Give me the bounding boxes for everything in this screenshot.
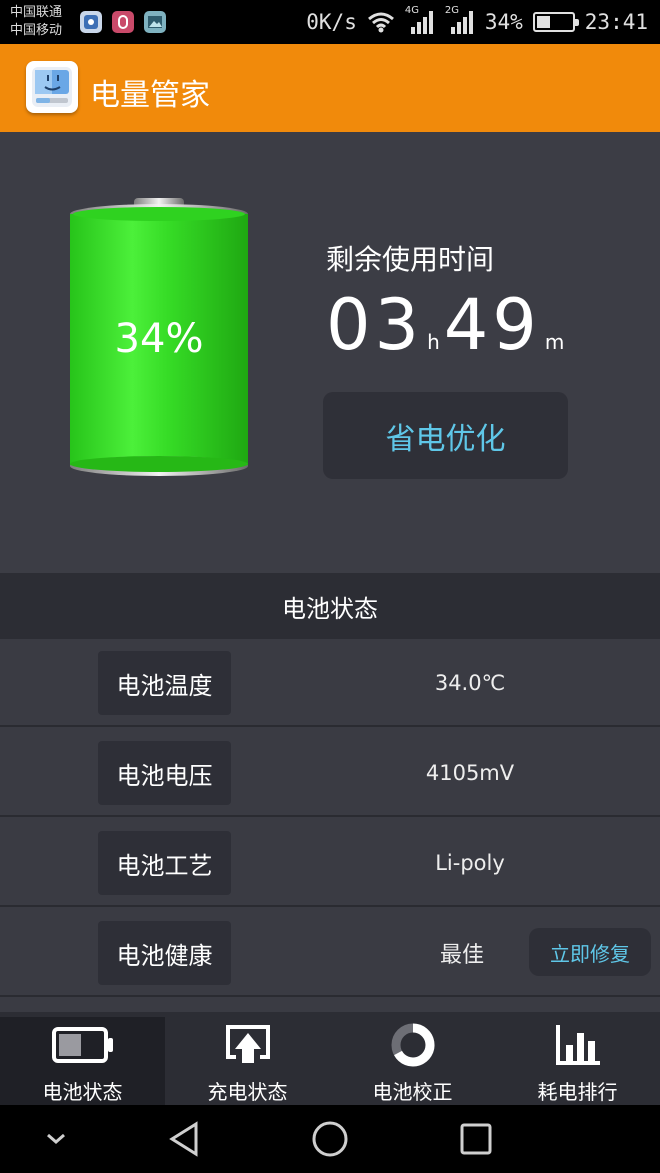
battery-percent: 34% [484, 10, 523, 34]
hours-value: 03 [326, 284, 424, 366]
row-value: 最佳 [440, 943, 485, 968]
tab-label: 耗电排行 [537, 1080, 618, 1104]
row-label: 电池电压 [98, 741, 231, 805]
tab-battery-calibrate[interactable]: 电池校正 [330, 1017, 495, 1105]
battery-overview: 34% 剩余使用时间 03 h 49 m 省电优化 [0, 132, 660, 573]
row-label: 电池健康 [98, 921, 231, 985]
tab-label: 电池校正 [372, 1080, 453, 1104]
battery-status-header: 电池状态 [0, 573, 660, 639]
home-icon[interactable] [310, 1119, 350, 1159]
battery-charging-icon [532, 12, 579, 32]
app-notify-icon [80, 11, 102, 33]
battery-icon [0, 1021, 165, 1069]
finder-logo-icon[interactable] [26, 61, 78, 113]
minutes-unit: m [544, 330, 565, 354]
status-bar: 中国联通 中国移动 0K/s 4G 2G 34% 23:41 [0, 0, 660, 44]
repair-button[interactable]: 立即修复 [529, 928, 651, 976]
carrier-1: 中国联通 [10, 5, 63, 20]
hide-nav-icon[interactable] [36, 1119, 76, 1159]
battery-percent-label: 34% [114, 316, 204, 362]
tab-charge-status[interactable]: 充电状态 [165, 1017, 330, 1105]
tab-power-ranking[interactable]: 耗电排行 [495, 1017, 660, 1105]
status-row-health: 电池健康 最佳 立即修复 [0, 909, 660, 997]
calibrate-ring-icon [330, 1021, 495, 1069]
back-icon[interactable] [164, 1119, 204, 1159]
battery-level-graphic: 34% [68, 196, 250, 481]
carrier-names: 中国联通 中国移动 [10, 4, 62, 40]
hours-unit: h [427, 330, 440, 354]
remaining-time: 03 h 49 m [326, 284, 568, 366]
row-value: 4105mV [425, 761, 515, 785]
row-label: 电池工艺 [98, 831, 231, 895]
net-2g-label: 2G [444, 5, 459, 16]
optimize-button[interactable]: 省电优化 [323, 392, 568, 479]
bottom-tab-bar: 电池状态 充电状态 电池校正 耗电排行 [0, 1012, 660, 1105]
clock: 23:41 [584, 10, 648, 34]
app-bar: 电量管家 [0, 44, 660, 132]
status-right: 0K/s 4G 2G 34% 23:41 [306, 5, 648, 36]
gallery-icon [144, 11, 166, 33]
charge-up-icon [165, 1021, 330, 1069]
tab-label: 充电状态 [207, 1080, 288, 1104]
status-row-temperature: 电池温度 34.0℃ [0, 639, 660, 727]
app-title: 电量管家 [90, 78, 210, 113]
net-4g-label: 4G [404, 5, 419, 16]
system-nav-bar [0, 1105, 660, 1173]
row-value: Li-poly [435, 851, 505, 875]
recents-icon[interactable] [456, 1119, 496, 1159]
status-row-technology: 电池工艺 Li-poly [0, 819, 660, 907]
wifi-icon [367, 11, 395, 33]
net-speed: 0K/s [306, 10, 357, 34]
bar-chart-icon [495, 1021, 660, 1069]
minutes-value: 49 [443, 284, 541, 366]
signal-2g-icon: 2G [445, 5, 475, 35]
app-record-icon [112, 11, 134, 33]
tab-battery-status[interactable]: 电池状态 [0, 1017, 165, 1105]
row-value: 34.0℃ [434, 671, 506, 695]
remaining-time-label: 剩余使用时间 [326, 243, 495, 276]
battery-status-list: 电池温度 34.0℃ 电池电压 4105mV 电池工艺 Li-poly 电池健康… [0, 639, 660, 1012]
row-label: 电池温度 [98, 651, 231, 715]
carrier-2: 中国移动 [10, 23, 63, 38]
tab-label: 电池状态 [42, 1080, 123, 1104]
signal-4g-icon: 4G [405, 5, 435, 35]
status-row-voltage: 电池电压 4105mV [0, 729, 660, 817]
